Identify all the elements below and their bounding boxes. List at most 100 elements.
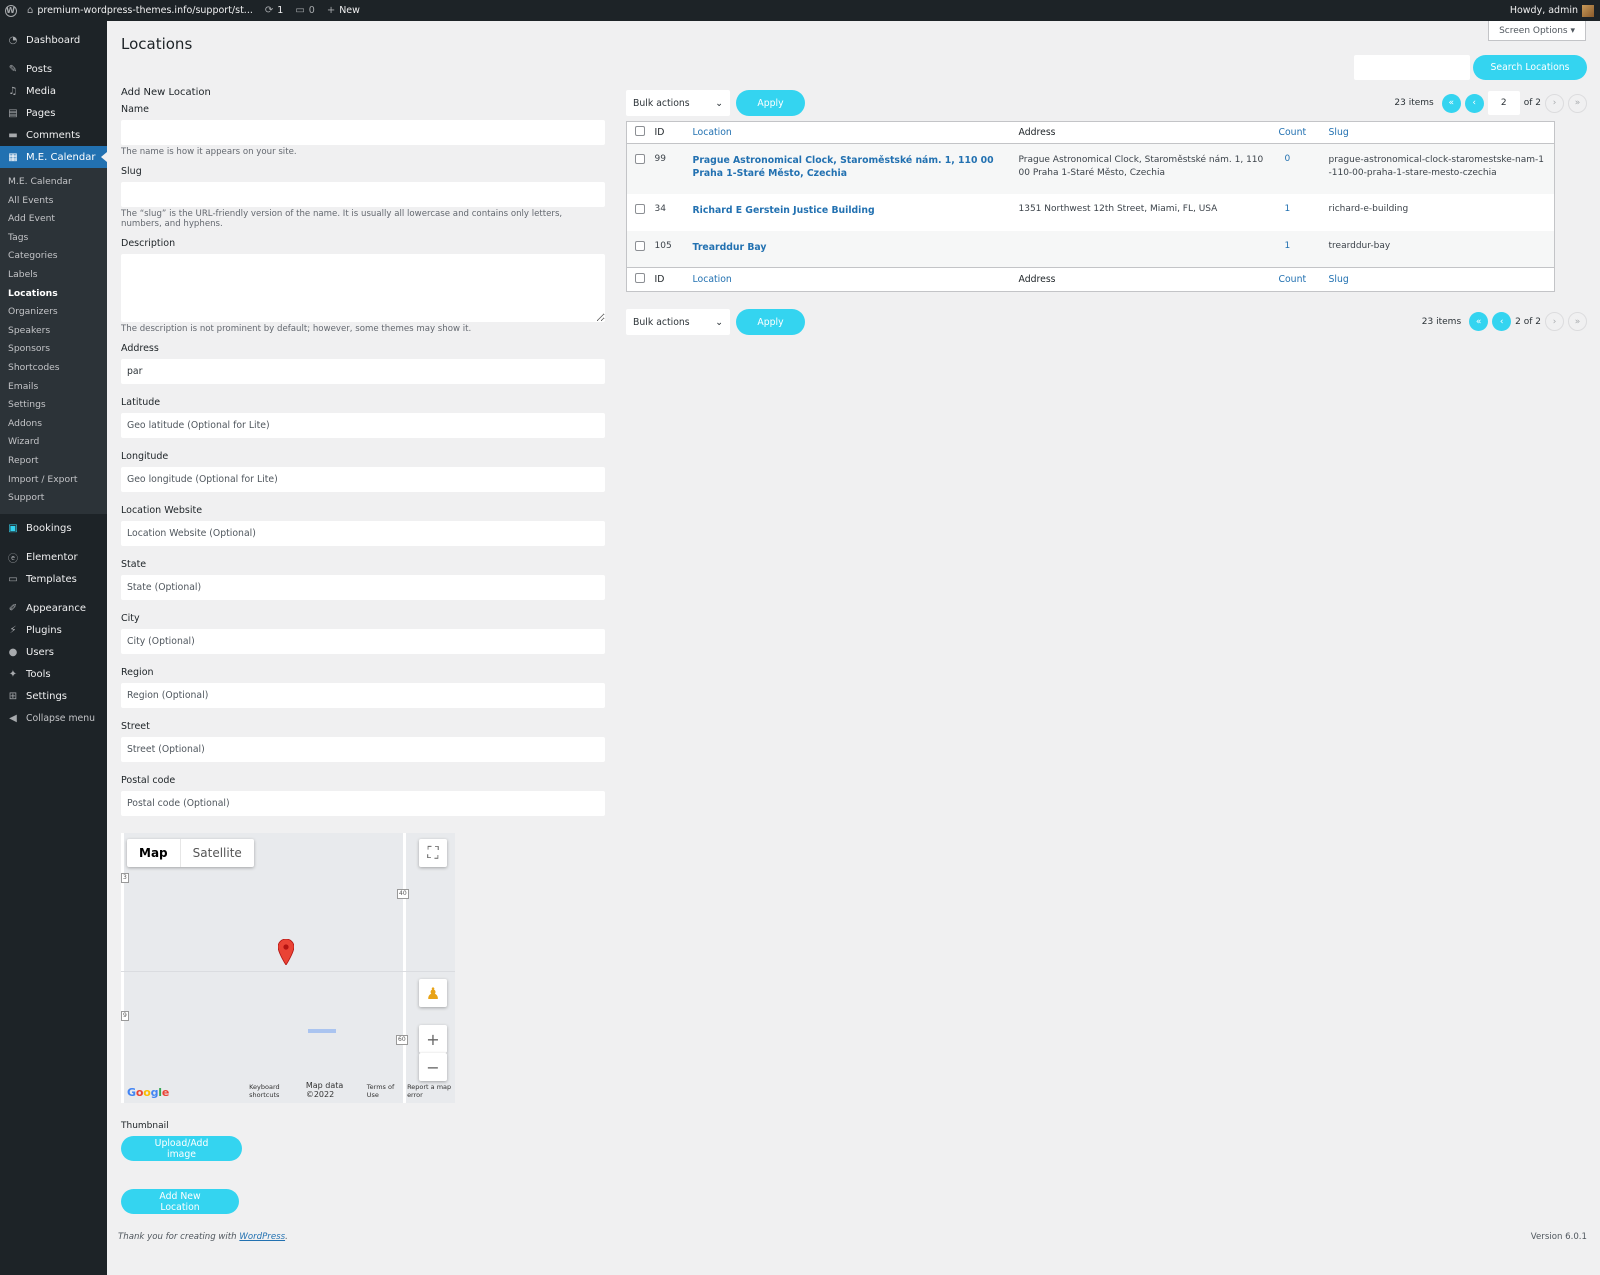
submenu-emails[interactable]: Emails	[0, 378, 107, 397]
first-page-icon[interactable]: «	[1469, 312, 1489, 331]
add-new-location-button[interactable]: Add New Location	[121, 1189, 239, 1214]
latitude-label: Latitude	[121, 397, 161, 408]
menu-settings[interactable]: ⊞ Settings	[0, 686, 107, 708]
website-input[interactable]	[121, 521, 605, 546]
name-input[interactable]	[121, 120, 605, 145]
submenu-settings[interactable]: Settings	[0, 396, 107, 415]
menu-tools[interactable]: ✦ Tools	[0, 664, 107, 686]
latitude-input[interactable]	[121, 413, 605, 438]
longitude-input[interactable]	[121, 467, 605, 492]
bulk-actions-select[interactable]: Bulk actions ⌄	[626, 90, 730, 116]
wordpress-logo-icon[interactable]: W	[0, 0, 21, 21]
row-count-link[interactable]: 1	[1279, 204, 1291, 214]
submenu-sponsors[interactable]: Sponsors	[0, 340, 107, 359]
search-locations-button[interactable]: Search Locations	[1473, 55, 1587, 80]
select-all-checkbox-bottom[interactable]	[635, 273, 645, 283]
column-slug-sort-footer[interactable]: Slug	[1329, 274, 1349, 285]
state-input[interactable]	[121, 575, 605, 600]
row-location-link[interactable]: Trearddur Bay	[693, 242, 767, 253]
zoom-out-icon[interactable]: −	[419, 1053, 447, 1081]
row-checkbox[interactable]	[635, 240, 645, 251]
submenu-organizers[interactable]: Organizers	[0, 303, 107, 322]
submenu-addons[interactable]: Addons	[0, 415, 107, 434]
slug-input[interactable]	[121, 182, 605, 207]
submenu-locations[interactable]: Locations	[0, 285, 107, 304]
submenu-labels[interactable]: Labels	[0, 266, 107, 285]
row-count-link[interactable]: 1	[1279, 241, 1291, 251]
row-id: 99	[654, 154, 666, 164]
keyboard-shortcuts-link[interactable]: Keyboard shortcuts	[249, 1083, 298, 1099]
prev-page-icon[interactable]: ‹	[1464, 93, 1484, 113]
new-content-link[interactable]: + New	[321, 0, 366, 21]
select-all-checkbox[interactable]	[635, 126, 645, 136]
address-input[interactable]	[121, 359, 605, 384]
description-textarea[interactable]	[121, 254, 605, 322]
submenu-add-event[interactable]: Add Event	[0, 210, 107, 229]
column-slug-sort[interactable]: Slug	[1329, 127, 1349, 138]
menu-pages[interactable]: ▤ Pages	[0, 102, 107, 124]
apply-button-top[interactable]: Apply	[736, 90, 805, 116]
page-title: Locations	[121, 35, 193, 53]
prev-page-icon[interactable]: ‹	[1492, 312, 1512, 331]
screen-options-button[interactable]: Screen Options ▾	[1488, 21, 1586, 41]
submenu-report[interactable]: Report	[0, 452, 107, 471]
menu-me-calendar[interactable]: ▦ M.E. Calendar	[0, 146, 107, 168]
row-checkbox[interactable]	[635, 154, 645, 164]
menu-elementor[interactable]: ⓔ Elementor	[0, 547, 107, 569]
row-location-link[interactable]: Richard E Gerstein Justice Building	[693, 205, 875, 216]
menu-comments[interactable]: ▬ Comments	[0, 124, 107, 146]
row-location-link[interactable]: Prague Astronomical Clock, Staroměstské …	[693, 155, 994, 179]
column-count-sort-footer[interactable]: Count	[1279, 274, 1307, 285]
comments-link[interactable]: ▭ 0	[289, 0, 321, 21]
submenu-shortcodes[interactable]: Shortcodes	[0, 359, 107, 378]
menu-appearance[interactable]: ✐ Appearance	[0, 598, 107, 620]
upload-image-button[interactable]: Upload/Add image	[121, 1136, 242, 1161]
current-page-input[interactable]: 2	[1487, 91, 1520, 115]
site-name-link[interactable]: ⌂ premium-wordpress-themes.info/support/…	[21, 0, 259, 21]
postal-code-input[interactable]	[121, 791, 605, 816]
first-page-icon[interactable]: «	[1441, 93, 1461, 113]
menu-bookings[interactable]: ▣ Bookings	[0, 518, 107, 540]
submenu-wizard[interactable]: Wizard	[0, 433, 107, 452]
city-input[interactable]	[121, 629, 605, 654]
my-account[interactable]: Howdy, admin	[1510, 0, 1594, 21]
row-address: Prague Astronomical Clock, Staroměstské …	[1018, 155, 1264, 178]
report-map-error-link[interactable]: Report a map error	[407, 1083, 455, 1099]
map-type-map-button[interactable]: Map	[127, 839, 180, 867]
search-locations-input[interactable]	[1354, 55, 1470, 80]
updates-link[interactable]: ⟳ 1	[259, 0, 289, 21]
menu-plugins[interactable]: ⚡ Plugins	[0, 620, 107, 642]
submenu-support[interactable]: Support	[0, 489, 107, 508]
row-count-link[interactable]: 0	[1279, 154, 1291, 164]
menu-posts[interactable]: ✎ Posts	[0, 58, 107, 80]
menu-dashboard[interactable]: ◔ Dashboard	[0, 29, 107, 51]
wordpress-link[interactable]: WordPress	[239, 1232, 285, 1242]
submenu-all-events[interactable]: All Events	[0, 192, 107, 211]
fullscreen-icon[interactable]: ⛶	[419, 839, 447, 867]
submenu-tags[interactable]: Tags	[0, 229, 107, 248]
submenu-categories[interactable]: Categories	[0, 247, 107, 266]
pegman-icon[interactable]: ♟	[419, 979, 447, 1007]
submenu-speakers[interactable]: Speakers	[0, 322, 107, 341]
terms-link[interactable]: Terms of Use	[367, 1083, 399, 1099]
items-count-bottom: 23 items	[1421, 316, 1462, 327]
map-pin-icon[interactable]	[278, 939, 294, 965]
column-location-sort[interactable]: Location	[693, 127, 732, 138]
row-checkbox[interactable]	[635, 203, 645, 214]
apply-button-bottom[interactable]: Apply	[736, 309, 805, 335]
zoom-in-icon[interactable]: +	[419, 1025, 447, 1053]
submenu-import-export[interactable]: Import / Export	[0, 471, 107, 490]
comments-icon: ▬	[8, 129, 18, 141]
map-type-satellite-button[interactable]: Satellite	[179, 839, 254, 867]
menu-collapse[interactable]: ◀ Collapse menu	[0, 708, 107, 730]
menu-users[interactable]: ● Users	[0, 642, 107, 664]
menu-templates[interactable]: ▭ Templates	[0, 569, 107, 591]
column-location-sort-footer[interactable]: Location	[693, 274, 732, 285]
menu-media[interactable]: ♫ Media	[0, 80, 107, 102]
region-input[interactable]	[121, 683, 605, 708]
location-map[interactable]: 3 40 9 60 Map Satellite ⛶ ♟ + − Google K…	[121, 833, 455, 1103]
column-count-sort[interactable]: Count	[1279, 127, 1307, 138]
bulk-actions-select-bottom[interactable]: Bulk actions ⌄	[626, 309, 730, 335]
street-input[interactable]	[121, 737, 605, 762]
submenu-me-calendar[interactable]: M.E. Calendar	[0, 173, 107, 192]
